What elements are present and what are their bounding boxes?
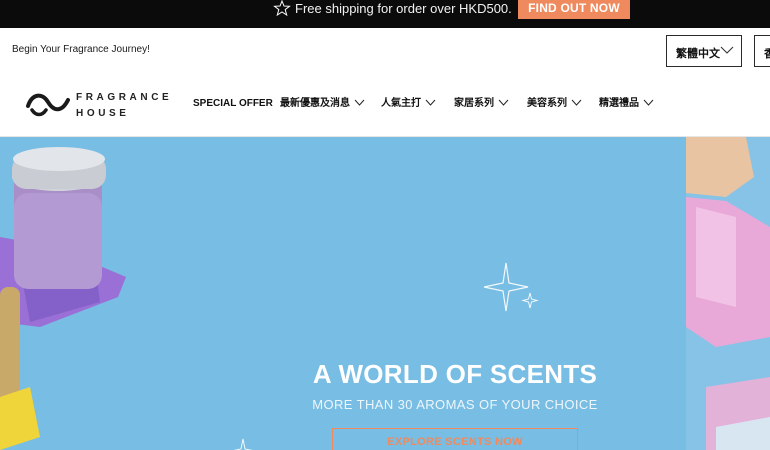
nav-item-label: 人氣主打 <box>381 98 421 109</box>
announcement-bar: Free shipping for order over HKD500. FIN… <box>0 0 770 28</box>
star-outline-icon <box>273 0 291 16</box>
gift-box-image <box>686 137 770 450</box>
announcement-message: Free shipping for order over HKD500. <box>295 1 512 16</box>
sparkle-icon <box>233 438 253 450</box>
hero-title: A WORLD OF SCENTS <box>312 359 598 389</box>
tagline: Begin Your Fragrance Journey! <box>12 44 150 55</box>
secondary-selector-label: 香 <box>764 48 770 60</box>
secondary-selector[interactable]: 香 <box>754 35 770 67</box>
explore-scents-button[interactable]: EXPLORE SCENTS NOW <box>332 428 578 450</box>
nav-item-label: 最新優惠及消息 <box>280 98 350 109</box>
chevron-down-icon <box>571 99 582 106</box>
hero-subtitle: MORE THAN 30 AROMAS OF YOUR CHOICE <box>312 397 598 412</box>
chevron-down-icon <box>425 99 436 106</box>
main-navigation: SPECIAL OFFER 最新優惠及消息 人氣主打 家居系列 美容系列 精選禮… <box>0 97 770 115</box>
language-selected-label: 繁體中文 <box>676 48 720 60</box>
nav-item-latest-offers[interactable]: 最新優惠及消息 <box>280 97 365 111</box>
nav-item-label: 精選禮品 <box>599 98 639 109</box>
find-out-now-button[interactable]: FIND OUT NOW <box>518 0 630 19</box>
chevron-down-icon <box>643 99 654 106</box>
nav-item-gifts[interactable]: 精選禮品 <box>599 97 654 111</box>
nav-item-label: SPECIAL OFFER <box>193 98 273 109</box>
hero-banner[interactable]: A WORLD OF SCENTS MORE THAN 30 AROMAS OF… <box>0 137 770 450</box>
chevron-down-icon <box>498 99 509 106</box>
sparkle-icon <box>483 262 539 312</box>
candle-jar-image <box>0 147 126 450</box>
nav-item-label: 美容系列 <box>527 98 567 109</box>
nav-item-popular[interactable]: 人氣主打 <box>381 97 436 111</box>
chevron-down-icon <box>354 99 365 106</box>
nav-item-special-offer[interactable]: SPECIAL OFFER <box>193 97 273 111</box>
chevron-down-icon <box>720 46 734 54</box>
page: Free shipping for order over HKD500. FIN… <box>0 0 770 450</box>
nav-item-home-collection[interactable]: 家居系列 <box>454 97 509 111</box>
nav-item-label: 家居系列 <box>454 98 494 109</box>
language-selector[interactable]: 繁體中文 <box>666 35 742 67</box>
nav-item-beauty-collection[interactable]: 美容系列 <box>527 97 582 111</box>
